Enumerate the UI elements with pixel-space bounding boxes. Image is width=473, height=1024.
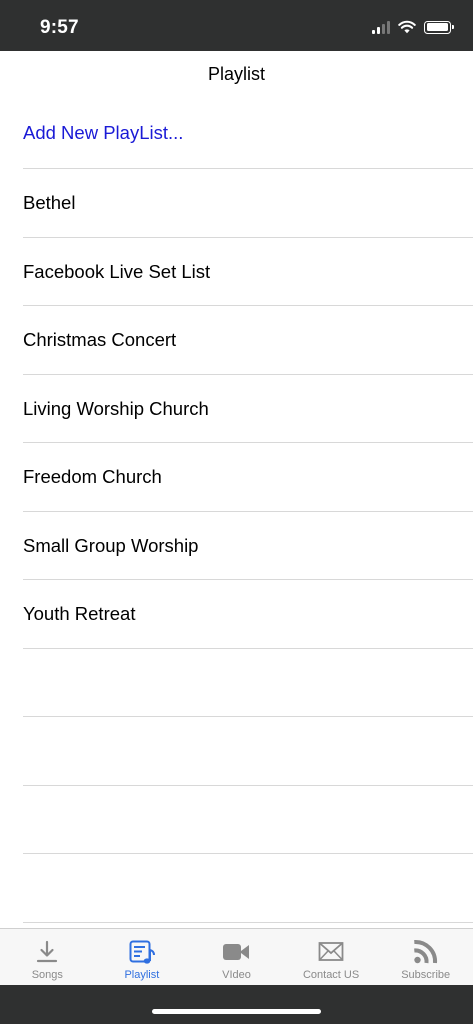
tab-label: Subscribe bbox=[401, 969, 451, 981]
tab-label: Playlist bbox=[124, 969, 160, 981]
tab-label: Songs bbox=[31, 969, 63, 981]
empty-row bbox=[0, 717, 473, 786]
empty-row bbox=[0, 854, 473, 923]
tab-bar: Songs Playlist VIdeo Contact US Subscrib… bbox=[0, 928, 473, 985]
empty-row bbox=[0, 786, 473, 855]
tab-video[interactable]: VIdeo bbox=[189, 929, 284, 985]
status-bar: 9:57 bbox=[0, 0, 473, 51]
tab-playlist[interactable]: Playlist bbox=[95, 929, 190, 985]
video-camera-icon bbox=[223, 944, 250, 960]
playlist-icon bbox=[129, 940, 155, 964]
status-icons bbox=[372, 19, 454, 35]
list-item[interactable]: Facebook Live Set List bbox=[0, 238, 473, 307]
home-indicator[interactable] bbox=[152, 1009, 321, 1014]
tab-contact-us[interactable]: Contact US bbox=[284, 929, 379, 985]
battery-icon bbox=[424, 20, 454, 34]
rss-icon bbox=[413, 939, 437, 964]
tab-label: Contact US bbox=[302, 969, 360, 981]
wifi-icon bbox=[398, 20, 416, 34]
envelope-icon bbox=[318, 942, 344, 961]
home-indicator-area bbox=[0, 985, 473, 1024]
list-item[interactable]: Christmas Concert bbox=[0, 306, 473, 375]
status-time: 9:57 bbox=[40, 17, 79, 38]
add-new-playlist-link[interactable]: Add New PlayList... bbox=[0, 97, 473, 169]
page-title: Playlist bbox=[207, 64, 265, 84]
list-item[interactable]: Youth Retreat bbox=[0, 580, 473, 649]
list-item[interactable]: Living Worship Church bbox=[0, 375, 473, 444]
cellular-signal-icon bbox=[372, 20, 390, 34]
tab-label: VIdeo bbox=[222, 969, 251, 981]
tab-subscribe[interactable]: Subscribe bbox=[378, 929, 473, 985]
list-item[interactable]: Bethel bbox=[0, 169, 473, 238]
playlist-list: Add New PlayList... Bethel Facebook Live… bbox=[0, 97, 473, 923]
empty-row bbox=[0, 649, 473, 718]
tab-songs[interactable]: Songs bbox=[0, 929, 95, 985]
list-item[interactable]: Freedom Church bbox=[0, 443, 473, 512]
download-icon bbox=[37, 940, 58, 963]
list-item[interactable]: Small Group Worship bbox=[0, 512, 473, 581]
